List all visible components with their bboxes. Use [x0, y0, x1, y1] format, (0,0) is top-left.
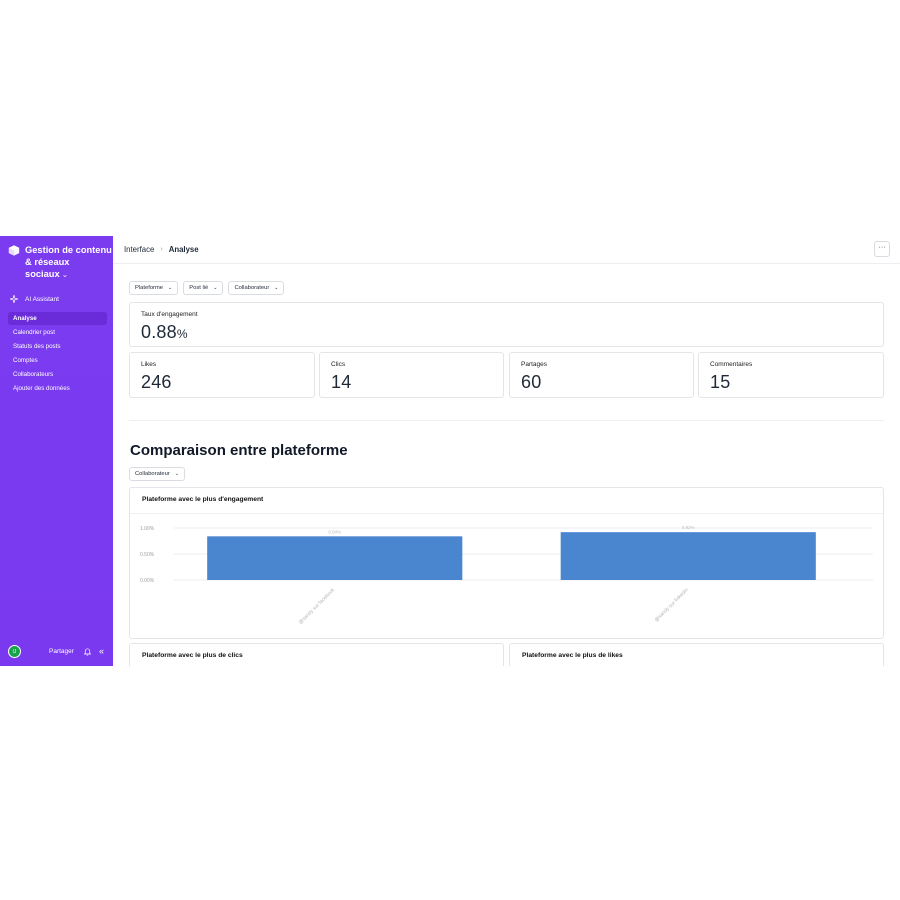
filter-post-lie[interactable]: Post lié ⌄ [183, 281, 224, 295]
collapse-sidebar-icon[interactable]: « [99, 647, 104, 656]
ai-assistant-label: AI Assistant [25, 295, 59, 303]
chart-engagement-title: Plateforme avec le plus d'engagement [142, 496, 264, 503]
filter-collaborateur[interactable]: Collaborateur ⌄ [228, 281, 285, 295]
chevron-down-icon: ⌄ [274, 285, 279, 291]
y-tick-label: 1.00% [140, 526, 155, 532]
bar-value-label: 0.84% [328, 529, 341, 534]
chevron-down-icon: ⌄ [61, 270, 69, 279]
chart-card-clics: Plateforme avec le plus de clics [129, 643, 504, 666]
bar [207, 536, 463, 580]
sidebar-footer: IJ Partager « [8, 645, 105, 658]
breadcrumb-separator-icon: › [160, 246, 163, 253]
chart-card-engagement: Plateforme avec le plus d'engagement 1.0… [129, 487, 884, 639]
kpi-engagement-number: 0.88 [141, 322, 177, 342]
kpi-likes-label: Likes [141, 361, 157, 368]
kpi-clics-value: 14 [331, 372, 352, 392]
section-divider [129, 420, 884, 421]
sidebar-item-statuts-des-posts[interactable]: Statuts des posts [8, 340, 107, 353]
chevron-down-icon: ⌄ [168, 285, 173, 291]
engagement-bar-chart: 1.00% 0.50% 0.00% 0.84% @sandy sur facebook 0… [140, 525, 873, 626]
filter-plateforme[interactable]: Plateforme ⌄ [129, 281, 179, 295]
section-title-comparaison: Comparaison entre plateforme [130, 442, 348, 459]
kpi-engagement-label: Taux d'engagement [141, 311, 198, 318]
kpi-card-partages: Partages 60 [509, 352, 694, 398]
sidebar-nav: Analyse Calendrier post Statuts des post… [0, 312, 113, 395]
kpi-card-clics: Clics 14 [319, 352, 504, 398]
kpi-clics-label: Clics [331, 361, 346, 368]
cube-logo-icon [8, 245, 20, 256]
ai-assistant-button[interactable]: AI Assistant [10, 295, 113, 303]
filter-bar: Plateforme ⌄ Post lié ⌄ Collaborateur ⌄ [129, 281, 285, 295]
sparkle-icon [10, 295, 18, 303]
workspace-title-line1: Gestion de contenu [25, 245, 112, 255]
main-content: Interface › Analyse ··· Plateforme ⌄ Pos… [113, 236, 900, 666]
app-window: Gestion de contenu & réseaux sociaux ⌄ AI… [0, 236, 900, 666]
comparison-filter-collaborateur[interactable]: Collaborateur ⌄ [129, 467, 186, 481]
kpi-partages-label: Partages [521, 361, 548, 368]
x-tick-label: @sandy sur facebook [298, 587, 337, 626]
sidebar-item-ajouter-des-donnees[interactable]: Ajouter des données [8, 382, 107, 395]
kpi-partages-value: 60 [521, 372, 542, 392]
x-tick-label: @sandy sur linkedin [654, 587, 690, 623]
chart-card-likes: Plateforme avec le plus de likes [509, 643, 884, 666]
breadcrumb-current: Analyse [168, 245, 199, 254]
kpi-card-commentaires: Commentaires 15 [698, 352, 884, 398]
kpi-likes-value: 246 [141, 372, 172, 392]
filter-post-lie-label: Post lié [189, 285, 209, 291]
chart-clics-title: Plateforme avec le plus de clics [142, 652, 243, 659]
bar-value-label: 0.92% [682, 525, 695, 530]
more-options-button[interactable]: ··· [874, 241, 890, 257]
chevron-down-icon: ⌄ [213, 285, 218, 291]
filter-collaborateur-label: Collaborateur [234, 285, 270, 291]
comparison-filter-label: Collaborateur [135, 471, 170, 477]
sidebar-item-analyse[interactable]: Analyse [8, 312, 107, 325]
y-tick-label: 0.00% [140, 578, 155, 584]
y-tick-label: 0.50% [140, 552, 155, 558]
workspace-title: Gestion de contenu & réseaux sociaux ⌄ [25, 244, 113, 281]
chart-likes-title: Plateforme avec le plus de likes [522, 652, 623, 659]
kpi-commentaires-value: 15 [710, 372, 731, 392]
kpi-engagement-value: 0.88% [141, 322, 188, 343]
topbar: Interface › Analyse [113, 236, 900, 264]
kpi-card-engagement: Taux d'engagement 0.88% [129, 302, 884, 347]
sidebar: Gestion de contenu & réseaux sociaux ⌄ AI… [0, 236, 113, 666]
avatar[interactable]: IJ [8, 645, 21, 658]
workspace-switcher[interactable]: Gestion de contenu & réseaux sociaux ⌄ [0, 236, 113, 281]
filter-plateforme-label: Plateforme [135, 285, 164, 291]
sidebar-item-collaborateurs[interactable]: Collaborateurs [8, 368, 107, 381]
kpi-commentaires-label: Commentaires [710, 361, 753, 368]
bar [560, 532, 816, 580]
chevron-down-icon: ⌄ [174, 471, 180, 477]
breadcrumb-parent[interactable]: Interface [124, 245, 154, 254]
sidebar-item-calendrier-post[interactable]: Calendrier post [8, 326, 107, 339]
kpi-card-likes: Likes 246 [129, 352, 315, 398]
share-button[interactable]: Partager [49, 648, 74, 655]
bell-icon[interactable] [83, 647, 92, 656]
kpi-engagement-unit: % [176, 327, 188, 341]
sidebar-item-comptes[interactable]: Comptes [8, 354, 107, 367]
